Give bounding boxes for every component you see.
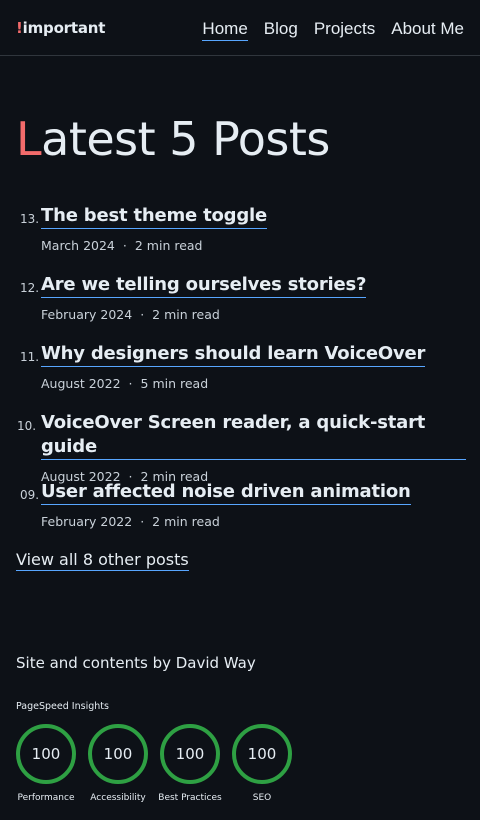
post-read-time: 2 min read bbox=[152, 514, 220, 529]
list-item: 10. VoiceOver Screen reader, a quick-sta… bbox=[16, 411, 466, 484]
post-date: March 2024 bbox=[41, 238, 115, 253]
post-number: 13. bbox=[20, 212, 40, 226]
score-accessibility: 100 Accessibility bbox=[88, 724, 148, 803]
post-title-link[interactable]: Are we telling ourselves stories? bbox=[41, 273, 366, 298]
meta-separator: · bbox=[140, 307, 145, 322]
post-title-link[interactable]: The best theme toggle bbox=[41, 204, 267, 229]
score-ring: 100 bbox=[232, 724, 292, 784]
view-all-posts-link[interactable]: View all 8 other posts bbox=[16, 550, 189, 571]
pagespeed-scores: 100 Performance 100 Accessibility 100 Be… bbox=[16, 724, 292, 803]
page-title: Latest 5 Posts bbox=[16, 112, 330, 166]
post-read-time: 2 min read bbox=[152, 307, 220, 322]
pagespeed-label: PageSpeed Insights bbox=[16, 701, 109, 712]
post-date: August 2022 bbox=[41, 376, 121, 391]
nav-projects-link[interactable]: Projects bbox=[314, 18, 375, 41]
post-title-link[interactable]: User affected noise driven animation bbox=[41, 480, 411, 505]
score-performance: 100 Performance bbox=[16, 724, 76, 803]
post-date: February 2024 bbox=[41, 307, 133, 322]
site-header: !important Home Blog Projects About Me bbox=[0, 0, 480, 56]
footer-credit: Site and contents by David Way bbox=[16, 654, 256, 672]
post-read-time: 2 min read bbox=[134, 238, 203, 253]
post-read-time: 5 min read bbox=[140, 376, 209, 391]
list-item: 11. Why designers should learn VoiceOver… bbox=[16, 342, 466, 411]
logo-text: important bbox=[22, 19, 106, 37]
post-number: 11. bbox=[20, 350, 40, 364]
page-title-first-letter: L bbox=[16, 112, 42, 166]
meta-separator: · bbox=[140, 514, 145, 529]
list-item: 13. The best theme toggle March 2024 · 2 m… bbox=[16, 204, 466, 273]
score-label: Best Practices bbox=[158, 793, 222, 803]
post-meta: February 2024 · 2 min read bbox=[41, 307, 466, 322]
post-number: 09. bbox=[20, 488, 40, 502]
logo-bang: ! bbox=[16, 19, 23, 37]
list-item: 12. Are we telling ourselves stories? Fe… bbox=[16, 273, 466, 342]
post-title-link[interactable]: VoiceOver Screen reader, a quick-start g… bbox=[41, 411, 466, 460]
nav-blog-link[interactable]: Blog bbox=[264, 18, 298, 41]
score-label: Accessibility bbox=[90, 793, 146, 803]
post-number: 10. bbox=[17, 419, 37, 433]
post-title-link[interactable]: Why designers should learn VoiceOver bbox=[41, 342, 425, 367]
page-title-rest: atest 5 Posts bbox=[41, 112, 330, 166]
post-meta: February 2022 · 2 min read bbox=[41, 514, 466, 529]
post-meta: March 2024 · 2 min read bbox=[41, 238, 466, 253]
post-date: February 2022 bbox=[41, 514, 133, 529]
post-list: 13. The best theme toggle March 2024 · 2 m… bbox=[16, 204, 466, 549]
main-nav: Home Blog Projects About Me bbox=[202, 18, 464, 41]
nav-about-link[interactable]: About Me bbox=[391, 18, 464, 41]
list-item: 09. User affected noise driven animation… bbox=[16, 480, 466, 549]
score-label: SEO bbox=[252, 793, 272, 803]
score-seo: 100 SEO bbox=[232, 724, 292, 803]
score-ring: 100 bbox=[16, 724, 76, 784]
site-logo[interactable]: !important bbox=[16, 19, 105, 37]
score-label: Performance bbox=[17, 793, 75, 803]
nav-home-link[interactable]: Home bbox=[202, 18, 248, 41]
post-number: 12. bbox=[20, 281, 40, 295]
meta-separator: · bbox=[122, 238, 127, 253]
score-best-practices: 100 Best Practices bbox=[158, 724, 222, 803]
meta-separator: · bbox=[128, 376, 133, 391]
score-ring: 100 bbox=[160, 724, 220, 784]
score-ring: 100 bbox=[88, 724, 148, 784]
post-meta: August 2022 · 5 min read bbox=[41, 376, 466, 391]
